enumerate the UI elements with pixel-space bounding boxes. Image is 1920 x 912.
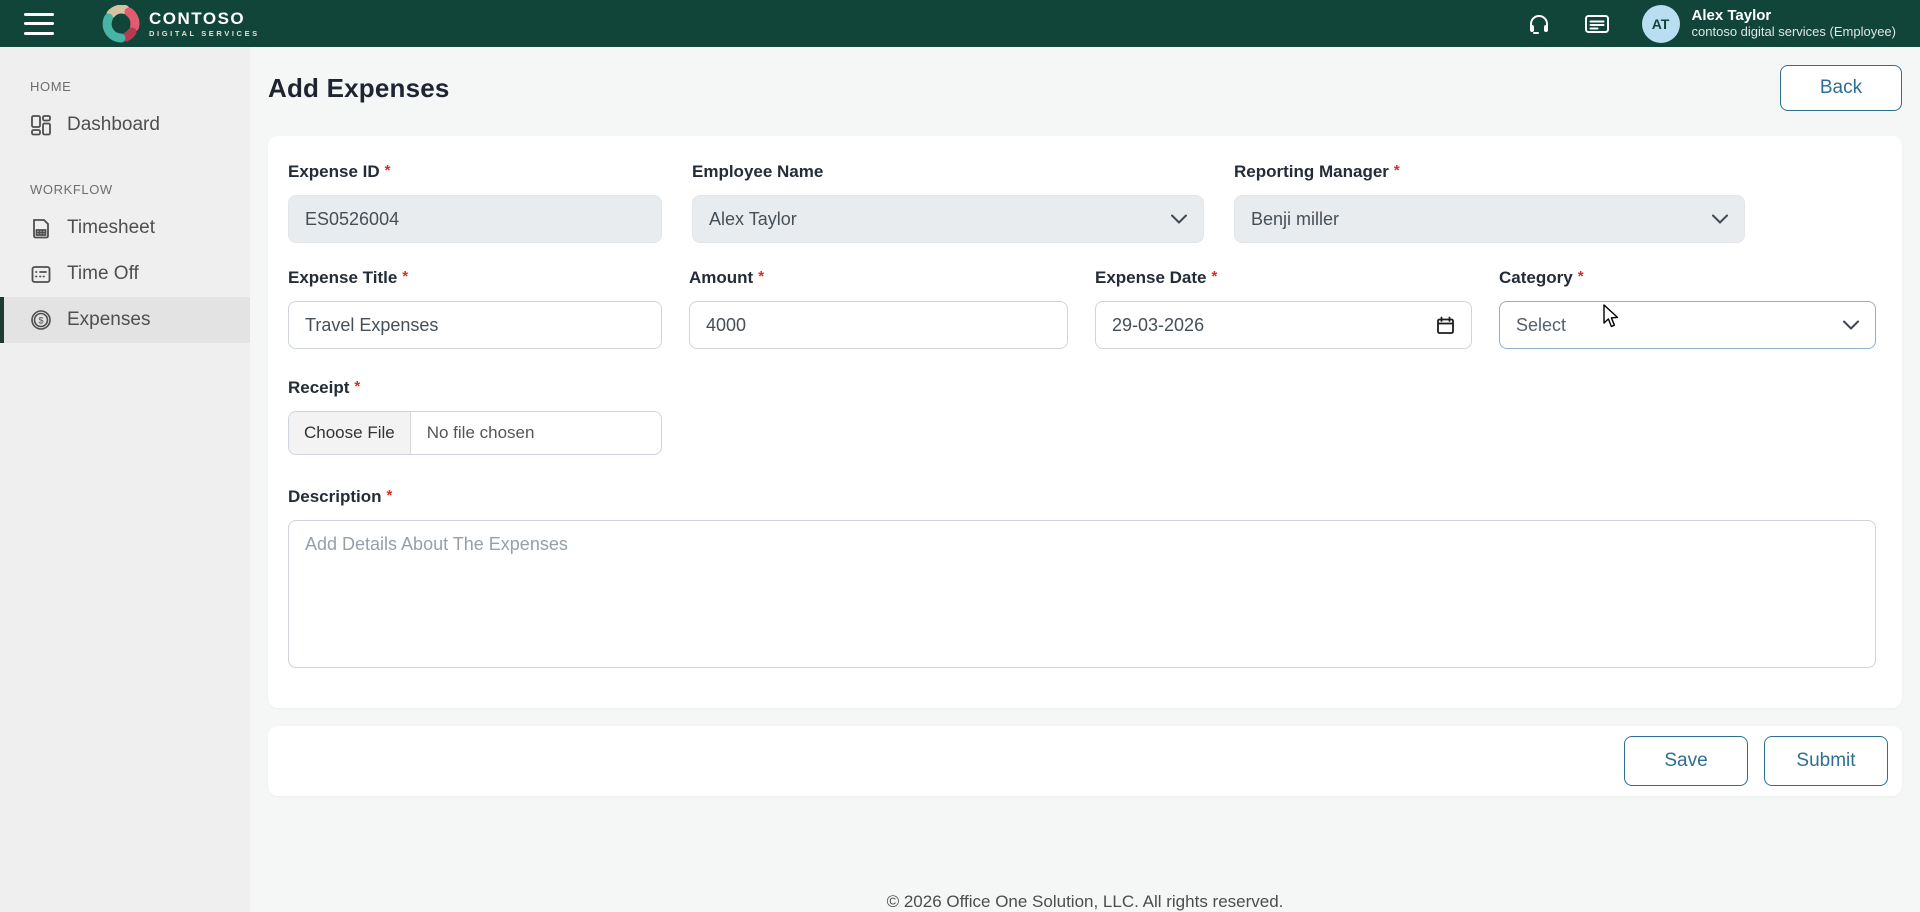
expense-date-input[interactable]: 29-03-2026	[1095, 301, 1472, 349]
page-title: Add Expenses	[268, 73, 450, 104]
save-button[interactable]: Save	[1624, 736, 1748, 786]
choose-file-button[interactable]: Choose File	[289, 412, 411, 454]
brand-name: CONTOSO	[149, 10, 260, 27]
submit-button[interactable]: Submit	[1764, 736, 1888, 786]
sidebar-item-label: Timesheet	[67, 217, 155, 239]
hamburger-menu-icon[interactable]	[24, 13, 54, 35]
sidebar-section-workflow: WORKFLOW	[0, 182, 250, 197]
contoso-logo: CONTOSO DIGITAL SERVICES	[102, 5, 260, 43]
receipt-file-input[interactable]: Choose File No file chosen	[288, 411, 662, 455]
expense-title-field-group: Expense Title *	[288, 268, 662, 349]
user-menu[interactable]: Alex Taylor contoso digital services (Em…	[1692, 7, 1896, 40]
sidebar-section-home: HOME	[0, 79, 250, 94]
receipt-field-group: Receipt * Choose File No file chosen	[288, 378, 1876, 455]
expense-form-card: Expense ID * Employee Name Alex Taylor	[268, 136, 1902, 708]
employee-name-label: Employee Name	[692, 162, 823, 182]
copyright-footer: © 2026 Office One Solution, LLC. All rig…	[268, 892, 1902, 912]
contoso-logo-icon	[102, 5, 140, 43]
required-asterisk: *	[1578, 268, 1584, 285]
description-field-group: Description *	[288, 487, 1876, 668]
sidebar-item-label: Dashboard	[67, 114, 160, 136]
required-asterisk: *	[385, 162, 391, 179]
reporting-manager-label: Reporting Manager	[1234, 162, 1389, 182]
avatar[interactable]: AT	[1642, 5, 1680, 43]
employee-name-field-group: Employee Name Alex Taylor	[692, 162, 1204, 243]
dashboard-grid-icon	[30, 114, 52, 136]
expense-date-field-group: Expense Date * 29-03-2026	[1095, 268, 1472, 349]
sidebar-item-time-off[interactable]: Time Off	[0, 251, 250, 297]
amount-field-group: Amount *	[689, 268, 1068, 349]
expense-id-field-group: Expense ID *	[288, 162, 662, 243]
required-asterisk: *	[387, 487, 393, 504]
form-actions-card: Save Submit	[268, 726, 1902, 796]
category-field-group: Category * Select	[1499, 268, 1876, 349]
expense-title-input[interactable]	[288, 301, 662, 349]
sidebar-item-dashboard[interactable]: Dashboard	[0, 102, 250, 148]
employee-name-select[interactable]: Alex Taylor	[692, 195, 1204, 243]
expense-title-label: Expense Title	[288, 268, 397, 288]
expense-id-label: Expense ID	[288, 162, 380, 182]
brand-tagline: DIGITAL SERVICES	[149, 29, 260, 38]
calendar-icon[interactable]	[1436, 316, 1455, 335]
time-off-icon	[30, 263, 52, 285]
headset-icon[interactable]	[1526, 11, 1552, 37]
user-name: Alex Taylor	[1692, 7, 1896, 24]
chevron-down-icon	[1843, 320, 1859, 330]
sidebar-item-label: Time Off	[67, 263, 139, 285]
svg-text:$: $	[38, 316, 43, 326]
expenses-icon: $	[30, 309, 52, 331]
required-asterisk: *	[758, 268, 764, 285]
main-content: Add Expenses Back Expense ID * Employee …	[250, 47, 1920, 912]
description-label: Description	[288, 487, 382, 507]
chevron-down-icon	[1171, 214, 1187, 224]
required-asterisk: *	[354, 378, 360, 395]
category-label: Category	[1499, 268, 1573, 288]
required-asterisk: *	[1212, 268, 1218, 285]
user-subtitle: contoso digital services (Employee)	[1692, 25, 1896, 40]
required-asterisk: *	[402, 268, 408, 285]
reporting-manager-field-group: Reporting Manager * Benji miller	[1234, 162, 1745, 243]
amount-label: Amount	[689, 268, 753, 288]
feedback-icon[interactable]	[1584, 11, 1610, 37]
back-button[interactable]: Back	[1780, 65, 1902, 111]
sidebar-item-label: Expenses	[67, 309, 150, 331]
expense-id-input	[288, 195, 662, 243]
sidebar-item-timesheet[interactable]: Timesheet	[0, 205, 250, 251]
chevron-down-icon	[1712, 214, 1728, 224]
file-status-text: No file chosen	[411, 412, 551, 454]
amount-input[interactable]	[689, 301, 1068, 349]
sidebar-item-expenses[interactable]: $ Expenses	[0, 297, 250, 343]
timesheet-icon	[30, 217, 52, 239]
expense-date-label: Expense Date	[1095, 268, 1207, 288]
top-bar: CONTOSO DIGITAL SERVICES AT Alex Taylor …	[0, 0, 1920, 47]
sidebar: HOME Dashboard WORKFLOW Timesheet	[0, 47, 250, 912]
receipt-label: Receipt	[288, 378, 349, 398]
category-select[interactable]: Select	[1499, 301, 1876, 349]
description-textarea[interactable]	[288, 520, 1876, 668]
reporting-manager-select[interactable]: Benji miller	[1234, 195, 1745, 243]
required-asterisk: *	[1394, 162, 1400, 179]
